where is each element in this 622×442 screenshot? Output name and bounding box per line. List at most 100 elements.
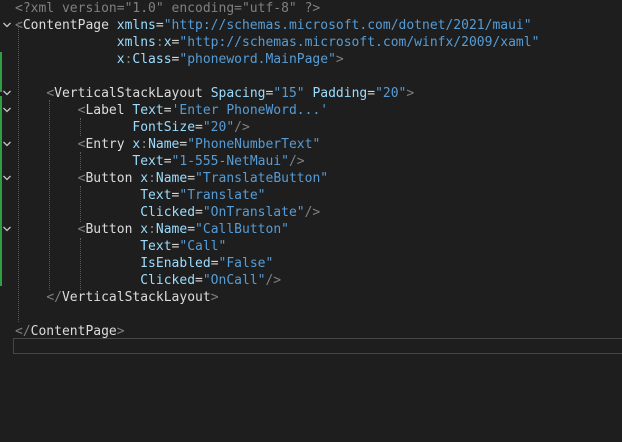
code-token: = (195, 273, 203, 288)
code-token: = (195, 205, 203, 220)
code-token: /> (234, 120, 250, 135)
indent-guide (18, 22, 19, 322)
code-token: Name (148, 137, 180, 152)
code-token: /> (265, 273, 282, 288)
code-token: > (116, 324, 125, 339)
code-line[interactable]: </VerticalStackLayout> (15, 289, 219, 306)
code-token: /> (288, 154, 305, 169)
chevron-down-icon[interactable] (2, 224, 12, 234)
code-token: x (116, 52, 125, 67)
code-token: Spacing (210, 86, 266, 101)
code-token: Clicked (140, 273, 196, 288)
code-token: xmlns (116, 35, 156, 50)
code-line[interactable]: <Label Text='Enter PhoneWord...' (15, 102, 328, 119)
indent-guide (80, 152, 82, 170)
code-token: ContentPage (30, 324, 117, 339)
code-token: VerticalStackLayout (54, 86, 203, 101)
chevron-down-icon[interactable] (2, 139, 12, 149)
code-line[interactable]: <ContentPage xmlns="http://schemas.micro… (15, 17, 532, 34)
code-token: "http://schemas.microsoft.com/winfx/2009… (179, 35, 540, 50)
code-token: 'Enter PhoneWord...' (171, 103, 329, 118)
code-line[interactable]: FontSize="20"/> (15, 119, 250, 136)
code-line[interactable]: Text="Translate" (15, 187, 265, 204)
indent-guide (80, 238, 82, 290)
code-token: Text (140, 188, 172, 203)
code-token: "20" (202, 120, 235, 135)
code-line[interactable]: xmlns:x="http://schemas.microsoft.com/wi… (15, 34, 540, 51)
code-token: ContentPage (22, 18, 109, 33)
code-token: Text (140, 239, 172, 254)
code-token: "OnCall" (202, 273, 266, 288)
code-token: x (140, 222, 149, 237)
code-line[interactable]: <VerticalStackLayout Spacing = "15" Paddin… (15, 85, 414, 102)
editor-gutter (0, 0, 14, 442)
code-line[interactable]: Text="1-555-NetMaui"/> (15, 153, 305, 170)
code-token: "15" (273, 86, 305, 101)
code-line[interactable]: x:Class="phoneword.MainPage"> (15, 51, 344, 68)
chevron-down-icon[interactable] (2, 88, 12, 98)
code-token: Class (132, 52, 172, 67)
code-token: Name (155, 171, 188, 186)
chevron-down-icon[interactable] (2, 173, 12, 183)
code-line[interactable]: <Entry x:Name="PhoneNumberText" (15, 136, 321, 153)
code-token: "1-555-NetMaui" (171, 154, 289, 169)
code-token: > (335, 52, 344, 67)
code-token: VerticalStackLayout (61, 290, 211, 305)
indent-guide (80, 186, 82, 222)
chevron-down-icon[interactable] (2, 105, 12, 115)
indent-guide (80, 118, 82, 136)
code-token: : (140, 137, 149, 152)
code-token: < (46, 86, 55, 101)
code-token: = (155, 18, 164, 33)
code-line[interactable]: Clicked="OnTranslate"/> (15, 204, 320, 221)
code-line[interactable]: Text="Call" (15, 238, 226, 255)
code-token: Clicked (140, 205, 196, 220)
code-line[interactable]: <?xml version="1.0" encoding="utf-8" ?> (15, 0, 320, 17)
code-token: Label (85, 103, 125, 118)
current-line-highlight (13, 338, 622, 354)
code-token: Button (85, 171, 133, 186)
code-token: "phoneword.MainPage" (179, 52, 336, 67)
code-token: > (210, 290, 219, 305)
change-indicator (0, 52, 2, 92)
code-token: "Call" (179, 239, 227, 254)
code-token: = (163, 103, 172, 118)
code-token: /> (304, 205, 321, 220)
code-line[interactable]: Clicked="OnCall"/> (15, 272, 281, 289)
code-line[interactable]: <Button x:Name="CallButton" (15, 221, 289, 238)
code-token: = (367, 86, 376, 101)
code-token: "OnTranslate" (202, 205, 305, 220)
code-line[interactable]: IsEnabled="False" (15, 255, 273, 272)
code-token: IsEnabled (140, 256, 211, 271)
code-token: Padding (312, 86, 368, 101)
code-token: : (155, 35, 164, 50)
code-token: Button (85, 222, 133, 237)
code-token: <?xml version="1.0" encoding="utf-8" ?> (15, 1, 321, 16)
code-token: xmlns (116, 18, 156, 33)
code-token: "Translate" (179, 188, 266, 203)
code-token: > (406, 86, 415, 101)
code-token: "20" (375, 86, 407, 101)
code-token: x (163, 35, 172, 50)
code-token: Text (132, 154, 164, 169)
code-token: Text (132, 103, 164, 118)
code-token: Entry (85, 137, 125, 152)
indent-guide (49, 100, 51, 290)
code-line[interactable]: <Button x:Name="TranslateButton" (15, 170, 328, 187)
code-token: : (148, 171, 156, 186)
code-editor[interactable]: <?xml version="1.0" encoding="utf-8" ?> <… (0, 0, 622, 442)
chevron-down-icon[interactable] (2, 20, 12, 30)
code-token: "TranslateButton" (195, 171, 329, 186)
